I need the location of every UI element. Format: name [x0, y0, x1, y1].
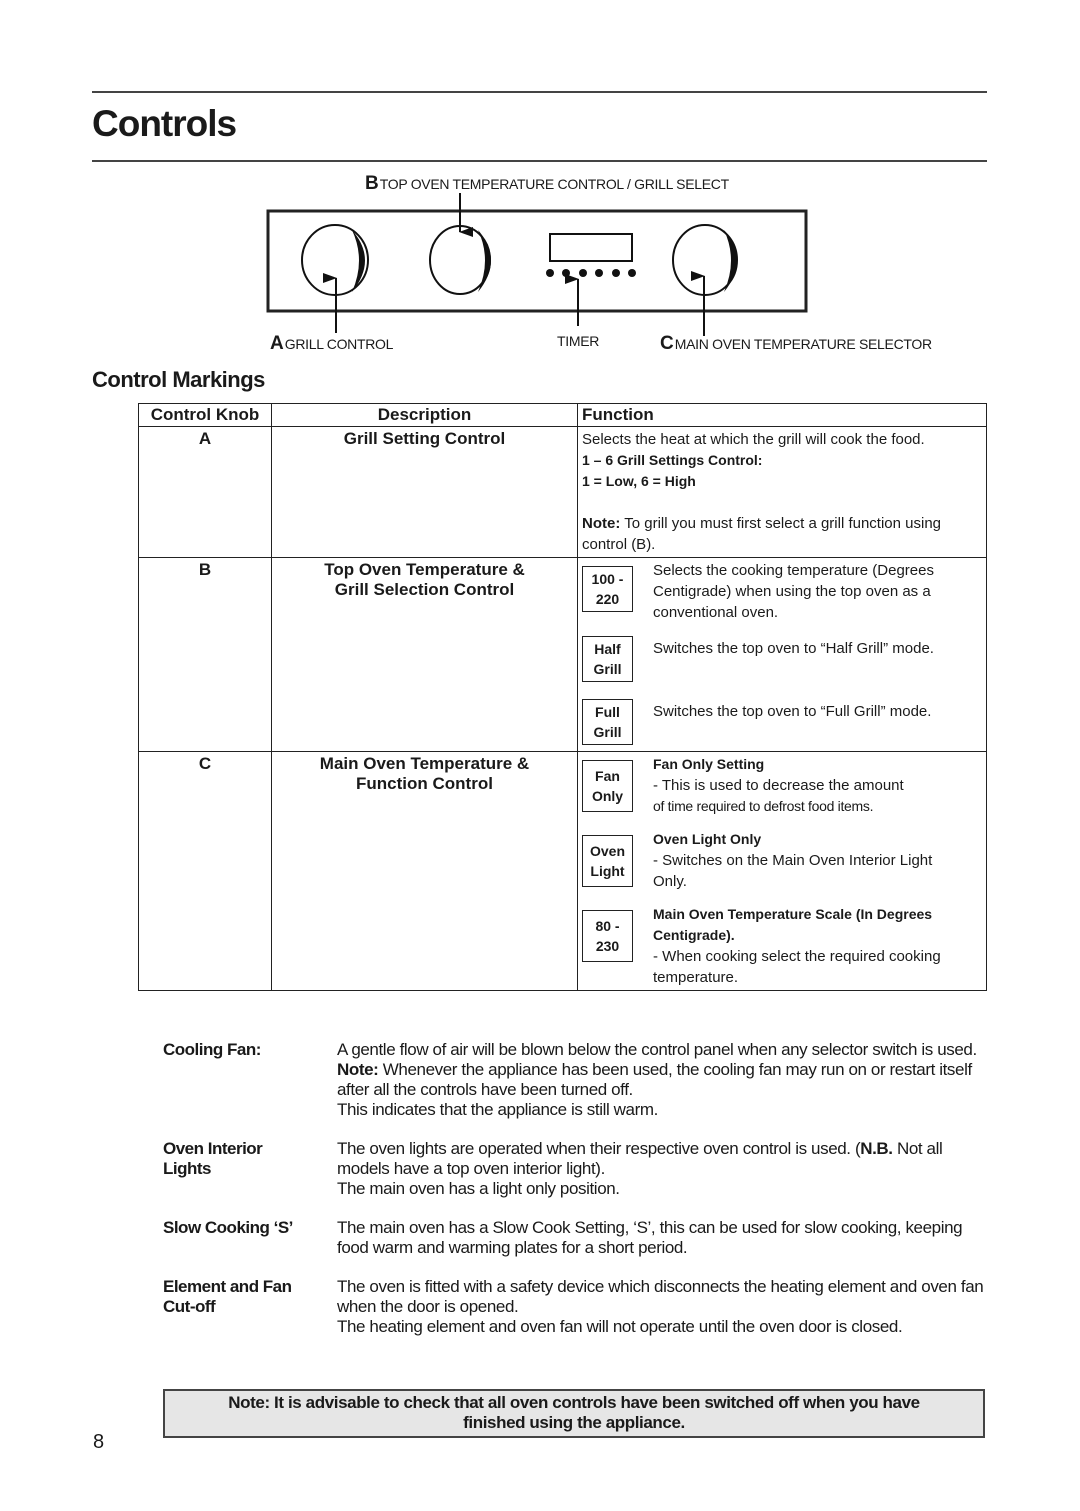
label-b: B TOP OVEN TEMPERATURE CONTROL / GRILL SE… [365, 173, 729, 195]
note-element-fan-cutoff: Element and Fan Cut-off The oven is fitt… [163, 1277, 993, 1337]
function-cell: Fan Only Fan Only Setting - This is used … [577, 751, 987, 991]
description-cell: Grill Setting Control [271, 426, 578, 558]
marking-description: Oven Light Only - Switches on the Main O… [653, 829, 953, 892]
marking-symbol: Full Grill [582, 699, 633, 745]
marking-symbol: 100 -220 [582, 566, 633, 612]
note-label: Note: [582, 515, 621, 532]
table-row-b: B Top Oven Temperature & Grill Selection… [138, 557, 987, 752]
control-markings-table: Control Knob Description Function A Gril… [138, 403, 987, 991]
label-b-text: TOP OVEN TEMPERATURE CONTROL / GRILL SEL… [379, 176, 729, 192]
marking-symbol: Half Grill [582, 636, 633, 682]
label-c-text: MAIN OVEN TEMPERATURE SELECTOR [674, 336, 932, 352]
knob-cell: B [138, 557, 272, 752]
marking-item: 80 -230 Main Oven Temperature Scale (In … [582, 904, 982, 988]
note-body: The oven lights are operated when their … [337, 1139, 943, 1198]
marking-line: - Switches on the Main Oven Interior Lig… [653, 852, 933, 890]
description-line: Main Oven Temperature & [319, 754, 530, 773]
marking-description: Main Oven Temperature Scale (In Degrees … [653, 904, 943, 988]
knob-cell: A [138, 426, 272, 558]
warning-line: Note: It is advisable to check that all … [228, 1393, 920, 1412]
table-row-a: A Grill Setting Control Selects the heat… [138, 426, 987, 558]
label-a: A GRILL CONTROL [270, 333, 393, 355]
marking-line: - This is used to decrease the amount [653, 777, 904, 794]
function-cell: Selects the heat at which the grill will… [577, 426, 987, 558]
knob-cell: C [138, 751, 272, 991]
note-term: Slow Cooking ‘S’ [163, 1218, 293, 1237]
control-panel-outline [266, 209, 808, 313]
note-body: The oven is fitted with a safety device … [337, 1277, 984, 1336]
note-term: Oven Interior Lights [163, 1139, 263, 1178]
marking-line: of time required to defrost food items. [653, 798, 874, 814]
note-term: Cooling Fan: [163, 1040, 261, 1059]
warning-note-box: Note: It is advisable to check that all … [163, 1389, 985, 1438]
note-cooling-fan: Cooling Fan: A gentle flow of air will b… [163, 1040, 993, 1120]
marking-symbol: Oven Light [582, 835, 633, 887]
marking-title: Oven Light Only [653, 831, 762, 847]
label-a-letter: A [270, 333, 284, 354]
note-body: The main oven has a Slow Cook Setting, ‘… [337, 1218, 963, 1257]
settings-range: 1 = Low, 6 = High [582, 473, 696, 489]
marking-symbol: 80 -230 [582, 910, 633, 962]
table-header-row: Control Knob Description Function [138, 403, 987, 427]
marking-symbol: Fan Only [582, 760, 633, 812]
marking-item: Fan Only Fan Only Setting - This is used … [582, 756, 982, 817]
section-heading: Control Markings [92, 367, 265, 392]
description-cell: Main Oven Temperature & Function Control [271, 751, 578, 991]
timer-display [549, 233, 633, 262]
header-control-knob: Control Knob [138, 403, 272, 427]
page-number: 8 [93, 1431, 105, 1453]
note-body: A gentle flow of air will be blown below… [337, 1040, 977, 1119]
note-oven-interior-lights: Oven Interior Lights The oven lights are… [163, 1139, 993, 1199]
function-text: Selects the heat at which the grill will… [582, 431, 925, 448]
label-c-letter: C [660, 333, 674, 354]
label-a-text: GRILL CONTROL [284, 336, 394, 352]
label-c: C MAIN OVEN TEMPERATURE SELECTOR [660, 333, 932, 355]
marking-item: 100 -220 Selects the cooking temperature… [582, 562, 982, 623]
header-description: Description [271, 403, 578, 427]
notes-section: Cooling Fan: A gentle flow of air will b… [163, 1040, 993, 1356]
warning-line: finished using the appliance. [463, 1413, 685, 1432]
marking-title: Main Oven Temperature Scale (In Degrees … [653, 906, 933, 943]
marking-description: Switches the top oven to “Full Grill” mo… [653, 703, 932, 720]
marking-description: Switches the top oven to “Half Grill” mo… [653, 640, 934, 657]
label-b-letter: B [365, 173, 379, 194]
marking-line: - When cooking select the required cooki… [653, 948, 941, 986]
label-timer: TIMER [557, 333, 600, 349]
grill-note: Note: To grill you must first select a g… [582, 513, 982, 555]
table-row-c: C Main Oven Temperature & Function Contr… [138, 751, 987, 991]
description-line: Function Control [356, 774, 493, 793]
settings-title: 1 – 6 Grill Settings Control: [582, 452, 763, 468]
note-slow-cooking: Slow Cooking ‘S’ The main oven has a Slo… [163, 1218, 993, 1258]
marking-title: Fan Only Setting [653, 756, 765, 772]
marking-item: Full Grill Switches the top oven to “Full… [582, 699, 982, 745]
header-function: Function [577, 403, 987, 427]
note-text: To grill you must first select a grill f… [582, 515, 942, 553]
function-cell: 100 -220 Selects the cooking temperature… [577, 557, 987, 752]
description-line: Top Oven Temperature & [324, 560, 525, 579]
note-term: Element and Fan Cut-off [163, 1277, 292, 1316]
marking-item: Oven Light Oven Light Only - Switches on … [582, 829, 982, 892]
marking-description: Selects the cooking temperature (Degrees… [653, 562, 934, 621]
description-line: Grill Selection Control [334, 580, 515, 599]
marking-item: Half Grill Switches the top oven to “Half… [582, 636, 982, 682]
description-cell: Top Oven Temperature & Grill Selection C… [271, 557, 578, 752]
marking-description: Fan Only Setting - This is used to decre… [653, 754, 904, 817]
